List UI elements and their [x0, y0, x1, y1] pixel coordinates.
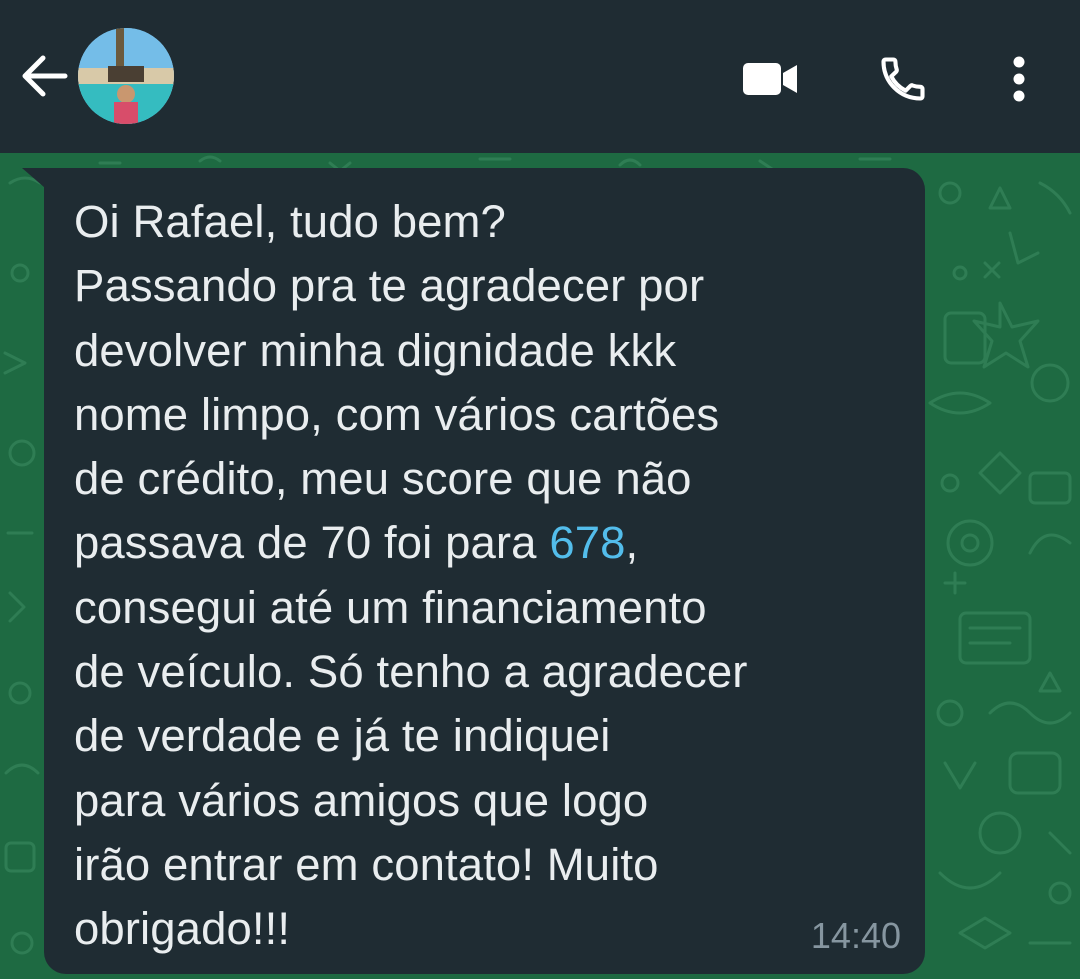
- message-line: irão entrar em contato! Muito: [74, 838, 659, 890]
- message-line: para vários amigos que logo: [74, 774, 649, 826]
- message-line-text: ,: [625, 517, 639, 569]
- message-line: de veículo. Só tenho a agradecer: [74, 646, 748, 698]
- message-bubble[interactable]: Oi Rafael, tudo bem? Passando pra te agra…: [44, 168, 925, 974]
- voice-call-button[interactable]: [868, 44, 938, 114]
- chat-header: [0, 0, 1080, 153]
- arrow-left-icon: [22, 55, 68, 97]
- avatar-photo: [78, 28, 174, 124]
- score-number-link[interactable]: 678: [549, 517, 625, 568]
- contact-avatar[interactable]: [78, 28, 174, 124]
- message-line: consegui até um financiamento: [74, 581, 707, 633]
- message-text: Oi Rafael, tudo bem? Passando pra te agra…: [74, 190, 895, 962]
- message-line: nome limpo, com vários cartões: [74, 388, 720, 440]
- chat-screen: Oi Rafael, tudo bem? Passando pra te agra…: [0, 0, 1080, 979]
- more-options-button[interactable]: [984, 44, 1054, 114]
- message-line: de verdade e já te indiquei: [74, 710, 611, 762]
- message-line: Passando pra te agradecer por: [74, 260, 705, 312]
- video-call-button[interactable]: [735, 44, 805, 114]
- phone-icon: [881, 57, 925, 101]
- message-line: obrigado!!!: [74, 903, 291, 955]
- video-camera-icon: [743, 63, 797, 95]
- back-button[interactable]: [18, 50, 70, 102]
- more-vertical-icon: [1013, 56, 1025, 102]
- message-timestamp: 14:40: [810, 915, 901, 956]
- message-line: de crédito, meu score que não: [74, 453, 692, 505]
- message-line: passava de 70 foi para 678,: [74, 511, 895, 575]
- message-line: devolver minha dignidade kkk: [74, 324, 677, 376]
- message-line: Oi Rafael, tudo bem?: [74, 196, 506, 247]
- message-line-text: passava de 70 foi para: [74, 517, 550, 569]
